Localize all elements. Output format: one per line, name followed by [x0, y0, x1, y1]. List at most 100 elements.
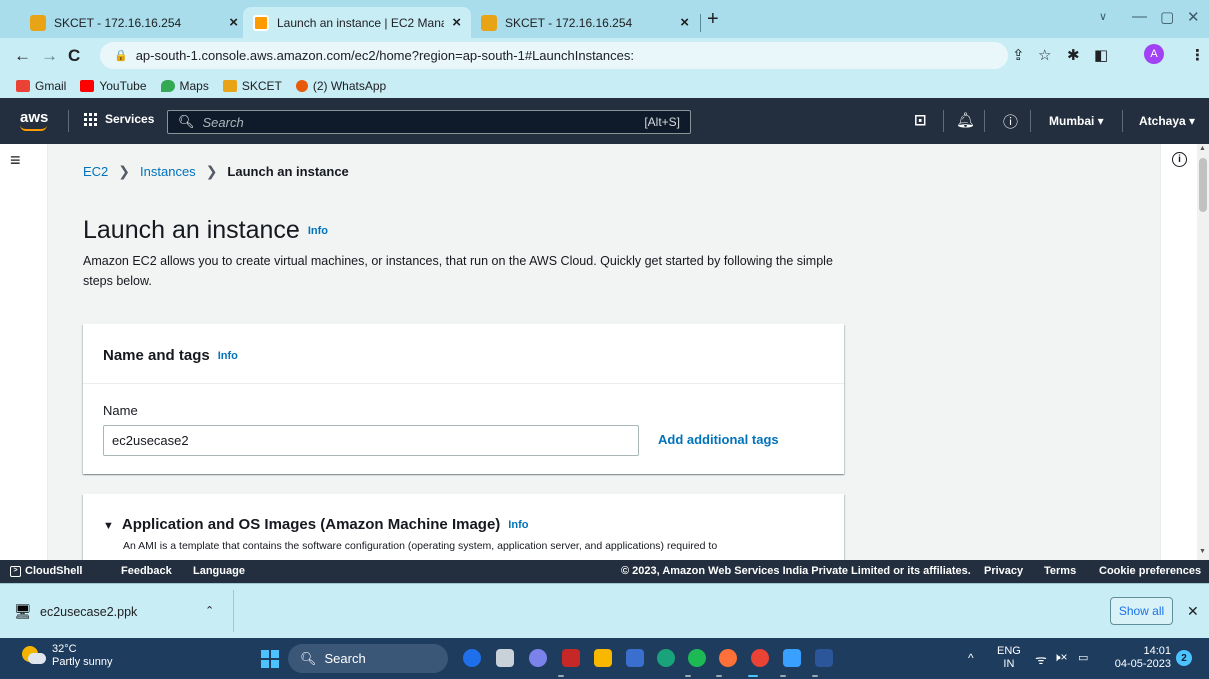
close-tab-icon[interactable]: × — [229, 14, 238, 31]
bing-chat-icon[interactable] — [463, 649, 481, 667]
minimize-icon[interactable]: — — [1132, 8, 1147, 25]
tab-launch-instance[interactable]: Launch an instance | EC2 Manage × — [243, 7, 471, 38]
cloudshell-icon[interactable]: ⊡ — [914, 111, 927, 129]
reload-icon[interactable]: C — [68, 46, 80, 66]
chrome-icon[interactable] — [751, 649, 769, 667]
mcafee-icon[interactable] — [562, 649, 580, 667]
show-all-downloads-button[interactable]: Show all — [1110, 597, 1173, 625]
taskbar-search[interactable]: 🔍︎ Search — [288, 644, 448, 673]
bookmark-skcet[interactable]: SKCET — [222, 79, 282, 93]
restore-icon[interactable]: ▢ — [1160, 8, 1174, 26]
breadcrumb-instances[interactable]: Instances — [140, 164, 196, 179]
name-tags-info-link[interactable]: Info — [218, 350, 238, 362]
menu-hamburger-icon[interactable]: ≡ — [10, 150, 21, 171]
name-input[interactable] — [103, 425, 639, 456]
volume-muted-icon[interactable]: 🕨× — [1053, 650, 1068, 665]
info-panel-icon[interactable]: i — [1172, 152, 1187, 167]
weather-widget[interactable]: 32°C Partly sunny — [22, 643, 113, 669]
breadcrumb: EC2 ❯ Instances ❯ Launch an instance — [83, 163, 349, 180]
browser-menu-icon[interactable]: ⋮ — [1190, 46, 1205, 64]
back-arrow-icon[interactable]: ← — [14, 46, 31, 66]
teams-chat-icon[interactable] — [529, 649, 547, 667]
bookmark-youtube[interactable]: YouTube — [80, 79, 147, 93]
show-hidden-icons-chevron-icon[interactable]: ^ — [968, 651, 974, 665]
help-icon[interactable]: ⓘ — [1003, 111, 1018, 132]
aws-logo[interactable]: aws — [20, 109, 48, 131]
caret-down-icon: ▼ — [103, 520, 114, 532]
running-indicator — [685, 675, 691, 677]
bookmark-whatsapp[interactable]: (2) WhatsApp — [295, 79, 386, 93]
console-search-input[interactable]: 🔍︎ Search [Alt+S] — [167, 110, 691, 134]
tab-divider — [700, 14, 701, 32]
partly-sunny-icon — [22, 646, 46, 666]
browser-tab-strip: SKCET - 172.16.16.254 × Launch an instan… — [0, 0, 1209, 38]
terms-link[interactable]: Terms — [1044, 565, 1076, 577]
cloudshell-button[interactable]: > CloudShell — [10, 565, 82, 577]
bookmarks-bar: Gmail YouTube Maps SKCET (2) WhatsApp — [0, 73, 1209, 98]
firefox-icon[interactable] — [719, 649, 737, 667]
ami-panel: ▼ Application and OS Images (Amazon Machi… — [83, 494, 844, 560]
bookmark-star-icon[interactable]: ☆ — [1038, 46, 1051, 64]
scroll-up-icon[interactable]: ▲ — [1199, 145, 1206, 152]
close-tab-icon[interactable]: × — [452, 14, 461, 31]
download-file-name[interactable]: ec2usecase2.ppk — [40, 605, 137, 619]
account-menu[interactable]: Atchaya ▾ — [1139, 114, 1195, 128]
window-close-icon[interactable]: ✕ — [1187, 8, 1200, 26]
side-panel-icon[interactable]: ◧ — [1094, 46, 1108, 64]
feedback-link[interactable]: Feedback — [121, 565, 172, 577]
close-download-shelf-icon[interactable]: ✕ — [1187, 603, 1199, 620]
aws-smile-icon — [20, 125, 47, 131]
extensions-icon[interactable]: ✱ — [1067, 46, 1080, 64]
file-explorer-icon[interactable] — [594, 649, 612, 667]
task-view-icon[interactable] — [496, 649, 514, 667]
whatsapp-icon — [295, 79, 308, 92]
tab-search-chevron-icon[interactable]: ∨ — [1099, 10, 1107, 23]
edge-icon[interactable] — [657, 649, 675, 667]
tab-skcet-1[interactable]: SKCET - 172.16.16.254 × — [20, 7, 248, 38]
bookmark-gmail[interactable]: Gmail — [16, 79, 66, 93]
profile-avatar[interactable]: A — [1144, 44, 1164, 64]
breadcrumb-current: Launch an instance — [227, 164, 349, 179]
share-icon[interactable]: ⇪ — [1012, 46, 1025, 64]
region-selector[interactable]: Mumbai ▾ — [1049, 114, 1104, 128]
tab-title: SKCET - 172.16.16.254 — [505, 15, 633, 30]
cookie-preferences-link[interactable]: Cookie preferences — [1099, 565, 1201, 577]
ami-info-link[interactable]: Info — [508, 519, 528, 531]
notepad-icon[interactable] — [783, 649, 801, 667]
page-scrollbar[interactable]: ▲ ▼ — [1197, 144, 1209, 560]
windows-start-icon[interactable] — [261, 650, 279, 668]
notifications-bell-icon[interactable]: 🔔︎ — [956, 111, 975, 129]
scroll-down-icon[interactable]: ▼ — [1199, 548, 1206, 555]
running-indicator — [716, 675, 722, 677]
forward-arrow-icon[interactable]: → — [41, 46, 58, 66]
help-panel-rail: i — [1160, 144, 1197, 560]
bookmark-maps[interactable]: Maps — [160, 79, 209, 93]
clock[interactable]: 14:01 04-05-2023 — [1101, 645, 1171, 671]
spotify-icon[interactable] — [688, 649, 706, 667]
privacy-link[interactable]: Privacy — [984, 565, 1023, 577]
address-bar[interactable]: 🔒 ap-south-1.console.aws.amazon.com/ec2/… — [100, 42, 1008, 69]
name-field-label: Name — [103, 403, 138, 418]
panel-header[interactable]: ▼ Application and OS Images (Amazon Machi… — [103, 516, 528, 533]
input-language-indicator[interactable]: ENG IN — [997, 645, 1021, 671]
scrollbar-thumb[interactable] — [1199, 158, 1207, 212]
close-tab-icon[interactable]: × — [680, 14, 689, 31]
nav-divider — [984, 110, 985, 132]
notification-badge[interactable]: 2 — [1176, 650, 1192, 666]
battery-icon[interactable]: ▭ — [1078, 651, 1088, 664]
word-icon[interactable] — [815, 649, 833, 667]
add-additional-tags-link[interactable]: Add additional tags — [658, 432, 779, 447]
services-menu-button[interactable]: Services — [84, 112, 154, 126]
language-link[interactable]: Language — [193, 565, 245, 577]
weather-status: Partly sunny — [52, 656, 113, 668]
skcet-icon — [222, 79, 237, 92]
wifi-icon[interactable]: ᯤ — [1035, 650, 1047, 668]
tab-skcet-2[interactable]: SKCET - 172.16.16.254 × — [471, 7, 699, 38]
page-title: Launch an instance Info — [83, 216, 329, 244]
breadcrumb-ec2[interactable]: EC2 — [83, 164, 108, 179]
microsoft-store-icon[interactable] — [626, 649, 644, 667]
new-tab-icon[interactable]: + — [707, 8, 719, 31]
page-info-link[interactable]: Info — [308, 225, 328, 237]
url-text: ap-south-1.console.aws.amazon.com/ec2/ho… — [135, 48, 634, 63]
chevron-up-icon[interactable]: ⌃ — [205, 604, 214, 617]
